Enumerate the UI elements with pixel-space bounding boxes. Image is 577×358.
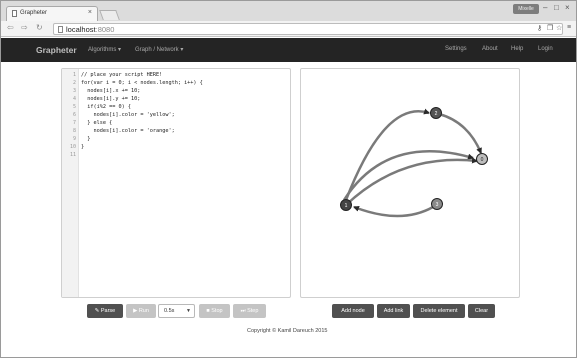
node-label: 3	[436, 202, 439, 208]
line-number: 1	[72, 72, 76, 78]
line-number: 10	[69, 144, 76, 150]
reload-icon[interactable]: ↻	[36, 23, 43, 32]
node-label: 1	[345, 203, 348, 209]
profile-button[interactable]: Mixelle	[513, 4, 539, 14]
forward-icon[interactable]: ⇨	[21, 23, 28, 32]
graph-edge[interactable]	[344, 108, 430, 201]
parse-button[interactable]: ✎ Parse	[87, 304, 123, 318]
speed-value: 0.5s	[164, 308, 175, 314]
clear-button[interactable]: Clear	[468, 304, 495, 318]
key-icon[interactable]: ⚷	[537, 24, 542, 32]
nav-help[interactable]: Help	[511, 46, 523, 52]
run-button[interactable]: ▶ Run	[126, 304, 156, 318]
code-line: // place your script HERE!	[81, 72, 163, 78]
code-line: nodes[i].color = 'yellow';	[81, 112, 175, 118]
url-input[interactable]: localhost:8080	[53, 23, 563, 35]
tab-title: Grapheter	[20, 10, 48, 16]
line-number: 6	[72, 112, 76, 118]
maximize-icon[interactable]: □	[554, 3, 559, 12]
tab-strip: Grapheter × Mixelle – □ ×	[1, 1, 576, 21]
graph-svg[interactable]: 0 1 2 3	[301, 69, 519, 297]
bookmark-star-icon[interactable]: ☆	[556, 24, 562, 32]
graph-node-2[interactable]: 2	[430, 107, 442, 119]
url-port: :8080	[95, 25, 115, 34]
footer-copyright: Copyright © Kamil Dareuch 2015	[247, 328, 328, 334]
url-text: localhost:8080	[66, 25, 114, 34]
delete-element-button[interactable]: Delete element	[413, 304, 465, 318]
script-editor[interactable]: 1 2 3 4 5 6 7 8 9 10 11 // place your sc…	[61, 68, 291, 298]
chevron-down-icon: ▼	[186, 308, 191, 314]
node-label: 0	[481, 157, 484, 163]
page-icon	[58, 26, 63, 33]
brand-logo[interactable]: Grapheter	[36, 45, 77, 55]
line-number: 7	[72, 120, 76, 126]
back-icon[interactable]: ⇦	[7, 23, 14, 32]
tab-close-icon[interactable]: ×	[88, 9, 92, 16]
code-line: nodes[i].y += 10;	[81, 96, 141, 102]
code-line: for(var i = 0; i < nodes.length; i++) {	[81, 80, 203, 86]
line-number-gutter: 1 2 3 4 5 6 7 8 9 10 11	[62, 69, 79, 297]
line-number: 2	[72, 80, 76, 86]
line-number: 4	[72, 96, 76, 102]
graph-edge[interactable]	[342, 150, 474, 201]
nav-graph-network[interactable]: Graph / Network ▾	[135, 46, 183, 53]
line-number: 5	[72, 104, 76, 110]
code-line: } else {	[81, 120, 113, 126]
browser-window: Grapheter × Mixelle – □ × ⇦ ⇨ ↻ localhos…	[0, 0, 577, 358]
nav-login[interactable]: Login	[538, 46, 553, 52]
node-label: 2	[435, 111, 438, 117]
graph-node-0[interactable]: 0	[476, 153, 488, 165]
add-link-button[interactable]: Add link	[377, 304, 410, 318]
translate-icon[interactable]: ❐	[547, 24, 553, 32]
url-host: localhost	[66, 25, 96, 34]
graph-edge[interactable]	[353, 205, 434, 218]
code-line: nodes[i].x += 10;	[81, 88, 141, 94]
minimize-icon[interactable]: –	[543, 3, 547, 12]
code-line: nodes[i].color = 'orange';	[81, 128, 175, 134]
tab-grapheter[interactable]: Grapheter ×	[6, 6, 98, 21]
page-icon	[12, 10, 17, 17]
line-number: 3	[72, 88, 76, 94]
add-node-button[interactable]: Add node	[332, 304, 374, 318]
line-number: 8	[72, 128, 76, 134]
app-navbar: Grapheter Algorithms ▾ Graph / Network ▾…	[1, 38, 576, 62]
code-line: if(i%2 == 0) {	[81, 104, 131, 110]
graph-edge[interactable]	[345, 157, 478, 206]
new-tab-button[interactable]	[99, 10, 120, 20]
close-window-icon[interactable]: ×	[565, 3, 570, 12]
line-number: 9	[72, 136, 76, 142]
nav-about[interactable]: About	[482, 46, 498, 52]
graph-edge[interactable]	[438, 112, 483, 154]
menu-icon[interactable]: ≡	[567, 24, 571, 31]
graph-node-3[interactable]: 3	[431, 198, 443, 210]
graph-node-1[interactable]: 1	[340, 199, 352, 211]
step-button[interactable]: ⏭ Step	[233, 304, 266, 318]
code-line: }	[81, 136, 91, 142]
code-line: }	[81, 144, 85, 150]
speed-select[interactable]: 0.5s ▼	[158, 304, 195, 318]
line-number: 11	[69, 152, 76, 158]
nav-settings[interactable]: Settings	[445, 46, 467, 52]
stop-button[interactable]: ■ Stop	[199, 304, 230, 318]
nav-algorithms[interactable]: Algorithms ▾	[88, 46, 121, 53]
address-bar: ⇦ ⇨ ↻ localhost:8080 ⚷ ❐ ☆ ≡	[1, 21, 576, 37]
graph-canvas[interactable]: 0 1 2 3	[300, 68, 520, 298]
